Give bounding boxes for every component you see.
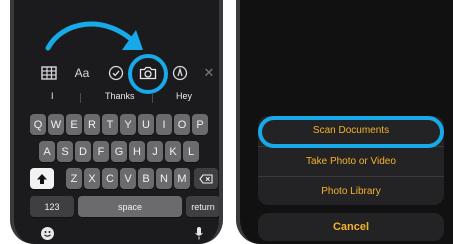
key-e[interactable]: E [66, 114, 82, 135]
key-v[interactable]: V [120, 168, 136, 189]
keyboard: Q W E R T Y U I O P A S D F G H J K L Z … [14, 106, 219, 244]
shift-icon [37, 173, 47, 184]
key-m[interactable]: M [174, 168, 190, 189]
numbers-key[interactable]: 123 [30, 196, 74, 217]
keyboard-bottom-bar [14, 222, 219, 244]
close-icon[interactable]: ✕ [200, 64, 218, 82]
key-r[interactable]: R [84, 114, 100, 135]
key-s[interactable]: S [57, 141, 73, 162]
key-h[interactable]: H [129, 141, 145, 162]
key-d[interactable]: D [75, 141, 91, 162]
text-format-button[interactable]: Aa [73, 64, 91, 82]
key-t[interactable]: T [102, 114, 118, 135]
key-x[interactable]: X [84, 168, 100, 189]
table-icon[interactable] [40, 64, 58, 82]
key-k[interactable]: K [165, 141, 181, 162]
key-g[interactable]: G [111, 141, 127, 162]
key-l[interactable]: L [183, 141, 199, 162]
take-photo-option[interactable]: Take Photo or Video [258, 146, 444, 176]
cancel-button[interactable]: Cancel [258, 213, 444, 241]
left-phone-screen: Aa ✕ I Thanks Hey Q W E R T Y U I O P A … [10, 0, 223, 244]
key-i[interactable]: I [156, 114, 172, 135]
markup-icon[interactable] [171, 64, 189, 82]
return-key[interactable]: return [186, 196, 219, 217]
key-f[interactable]: F [93, 141, 109, 162]
curved-arrow-icon [45, 21, 143, 51]
key-b[interactable]: B [138, 168, 154, 189]
key-y[interactable]: Y [120, 114, 136, 135]
key-c[interactable]: C [102, 168, 118, 189]
shift-key[interactable] [30, 168, 54, 189]
predictive-text-bar: I Thanks Hey [14, 88, 219, 106]
key-z[interactable]: Z [66, 168, 82, 189]
checklist-icon[interactable] [107, 64, 125, 82]
divider [152, 93, 153, 103]
prediction-item[interactable]: Hey [176, 91, 192, 101]
microphone-icon[interactable] [195, 227, 203, 240]
key-a[interactable]: A [39, 141, 55, 162]
photo-library-option[interactable]: Photo Library [258, 176, 444, 206]
key-u[interactable]: U [138, 114, 154, 135]
formatting-toolbar: Aa ✕ [14, 54, 219, 94]
divider [80, 93, 81, 103]
key-j[interactable]: J [147, 141, 163, 162]
delete-key[interactable] [194, 168, 218, 189]
key-o[interactable]: O [174, 114, 190, 135]
key-w[interactable]: W [48, 114, 64, 135]
prediction-item[interactable]: I [51, 91, 54, 101]
emoji-icon[interactable] [41, 227, 54, 240]
scan-documents-highlight [258, 116, 444, 148]
key-p[interactable]: P [192, 114, 208, 135]
space-key[interactable]: space [78, 196, 182, 217]
prediction-item[interactable]: Thanks [105, 91, 135, 101]
camera-icon[interactable] [135, 60, 161, 86]
key-q[interactable]: Q [30, 114, 46, 135]
delete-icon [199, 173, 213, 184]
key-n[interactable]: N [156, 168, 172, 189]
